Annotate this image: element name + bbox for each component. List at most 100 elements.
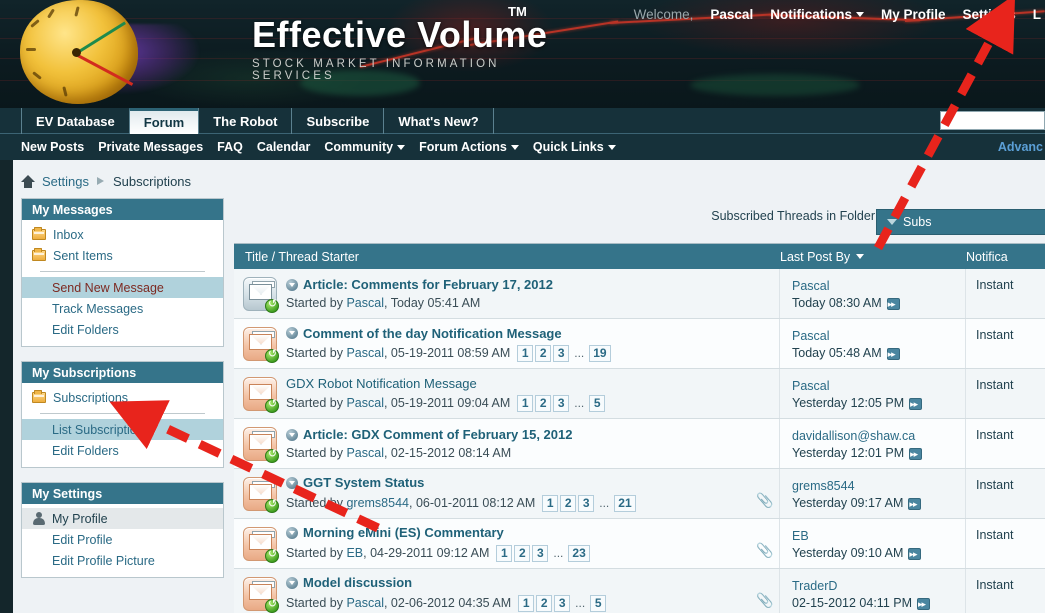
table-row[interactable]: GDX Robot Notification Message Started b… xyxy=(234,369,1045,419)
subnav-new-posts[interactable]: New Posts xyxy=(21,140,84,154)
page-link[interactable]: 1 xyxy=(496,544,513,562)
sidebar-item-list-subscriptions[interactable]: List Subscriptions xyxy=(22,419,223,440)
page-link[interactable]: ... xyxy=(572,595,588,612)
envelope-orange-stack-icon[interactable] xyxy=(243,576,279,613)
folder-select[interactable]: Subs xyxy=(876,209,1045,235)
page-link[interactable]: 2 xyxy=(514,544,531,562)
thread-menu-icon[interactable] xyxy=(286,327,298,339)
thread-title-link[interactable]: Morning eMini (ES) Commentary xyxy=(303,525,504,540)
breadcrumb-settings[interactable]: Settings xyxy=(42,174,89,189)
go-to-last-post-icon[interactable] xyxy=(909,396,923,413)
go-to-last-post-icon[interactable] xyxy=(886,346,900,363)
sidebar-item-my-profile[interactable]: My Profile xyxy=(22,508,223,529)
thread-title-link[interactable]: Comment of the day Notification Message xyxy=(303,326,562,341)
home-icon[interactable] xyxy=(21,174,35,188)
envelope-orange-stack-icon[interactable] xyxy=(243,426,279,463)
last-post-user-link[interactable]: Pascal xyxy=(792,278,959,295)
page-link[interactable]: 3 xyxy=(578,494,595,512)
page-link[interactable]: 5 xyxy=(589,394,606,412)
page-link[interactable]: 2 xyxy=(535,394,552,412)
table-row[interactable]: GGT System Status Started by grems8544, … xyxy=(234,469,1045,519)
page-link[interactable]: 5 xyxy=(590,594,607,612)
sidebar-item-edit-profile-picture[interactable]: Edit Profile Picture xyxy=(22,550,223,571)
nav-my-profile[interactable]: My Profile xyxy=(881,7,946,22)
page-link[interactable]: 2 xyxy=(560,494,577,512)
subnav-quick-links[interactable]: Quick Links xyxy=(533,140,616,154)
thread-title-link[interactable]: Model discussion xyxy=(303,575,412,590)
subnav-calendar[interactable]: Calendar xyxy=(257,140,311,154)
thread-starter-link[interactable]: Pascal xyxy=(346,446,384,460)
envelope-orange-icon[interactable] xyxy=(243,376,279,413)
sidebar-item-track-messages[interactable]: Track Messages xyxy=(22,298,223,319)
go-to-last-post-icon[interactable] xyxy=(908,546,922,563)
last-post-user-link[interactable]: EB xyxy=(792,528,959,545)
table-row[interactable]: Article: Comments for February 17, 2012 … xyxy=(234,269,1045,319)
subnav-community[interactable]: Community xyxy=(324,140,406,154)
subnav-private-messages[interactable]: Private Messages xyxy=(98,140,203,154)
page-link[interactable]: 3 xyxy=(532,544,549,562)
go-to-last-post-icon[interactable] xyxy=(886,296,900,313)
envelope-orange-stack-icon[interactable] xyxy=(243,526,279,563)
username-link[interactable]: Pascal xyxy=(710,7,753,22)
page-link[interactable]: 2 xyxy=(536,594,553,612)
thread-starter-link[interactable]: grems8544 xyxy=(346,496,409,510)
sidebar-item-inbox[interactable]: Inbox xyxy=(22,224,223,245)
page-link[interactable]: ... xyxy=(550,545,566,562)
thread-menu-icon[interactable] xyxy=(286,476,298,489)
thread-starter-link[interactable]: Pascal xyxy=(346,346,384,360)
thread-starter-link[interactable]: Pascal xyxy=(346,296,384,310)
thread-menu-icon[interactable] xyxy=(286,428,298,441)
table-row[interactable]: Comment of the day Notification Message … xyxy=(234,319,1045,369)
page-link[interactable]: 3 xyxy=(554,594,571,612)
column-last-post[interactable]: Last Post By xyxy=(780,250,966,264)
table-row[interactable]: Morning eMini (ES) Commentary Started by… xyxy=(234,519,1045,569)
page-link[interactable]: 19 xyxy=(589,344,611,362)
envelope-orange-stack-icon[interactable] xyxy=(243,326,279,363)
subnav-forum-actions[interactable]: Forum Actions xyxy=(419,140,519,154)
subnav-faq[interactable]: FAQ xyxy=(217,140,243,154)
advanced-search-link[interactable]: Advanc xyxy=(998,134,1045,160)
page-link[interactable]: ... xyxy=(596,495,612,512)
column-notification[interactable]: Notifica xyxy=(966,250,1045,264)
page-link[interactable]: 3 xyxy=(553,394,570,412)
nav-logout[interactable]: L xyxy=(1033,7,1041,22)
page-link[interactable]: 1 xyxy=(542,494,559,512)
column-title[interactable]: Title / Thread Starter xyxy=(234,250,780,264)
sidebar-item-edit-folders-subs[interactable]: Edit Folders xyxy=(22,440,223,461)
go-to-last-post-icon[interactable] xyxy=(909,446,923,463)
sidebar-item-sent-items[interactable]: Sent Items xyxy=(22,245,223,266)
thread-menu-icon[interactable] xyxy=(286,526,298,539)
tab-forum[interactable]: Forum xyxy=(128,108,200,134)
thread-title-link[interactable]: GDX Robot Notification Message xyxy=(286,376,477,391)
envelope-orange-stack-icon[interactable] xyxy=(243,476,279,513)
last-post-user-link[interactable]: davidallison@shaw.ca xyxy=(792,428,959,445)
page-link[interactable]: 1 xyxy=(518,594,535,612)
thread-starter-link[interactable]: Pascal xyxy=(346,596,384,610)
page-link[interactable]: 23 xyxy=(568,544,590,562)
page-link[interactable]: 2 xyxy=(535,344,552,362)
tab-whats-new[interactable]: What's New? xyxy=(383,108,494,134)
page-link[interactable]: ... xyxy=(571,345,587,362)
last-post-user-link[interactable]: Pascal xyxy=(792,378,959,395)
nav-notifications[interactable]: Notifications xyxy=(770,7,864,22)
last-post-user-link[interactable]: TraderD xyxy=(792,578,959,595)
go-to-last-post-icon[interactable] xyxy=(917,596,930,613)
table-row[interactable]: Article: GDX Comment of February 15, 201… xyxy=(234,419,1045,469)
thread-title-link[interactable]: Article: GDX Comment of February 15, 201… xyxy=(303,427,572,442)
tab-ev-database[interactable]: EV Database xyxy=(21,108,130,134)
sidebar-item-edit-profile[interactable]: Edit Profile xyxy=(22,529,223,550)
search-input[interactable] xyxy=(940,111,1045,130)
envelope-blue-stack-icon[interactable] xyxy=(243,276,279,313)
table-row[interactable]: Model discussion Started by Pascal, 02-0… xyxy=(234,569,1045,613)
tab-the-robot[interactable]: The Robot xyxy=(198,108,293,134)
go-to-last-post-icon[interactable] xyxy=(908,496,922,513)
last-post-user-link[interactable]: grems8544 xyxy=(792,478,959,495)
page-link[interactable]: 3 xyxy=(553,344,570,362)
thread-menu-icon[interactable] xyxy=(286,576,298,589)
sidebar-item-edit-folders-messages[interactable]: Edit Folders xyxy=(22,319,223,340)
page-link[interactable]: 1 xyxy=(517,344,534,362)
thread-starter-link[interactable]: EB xyxy=(346,546,363,560)
thread-title-link[interactable]: Article: Comments for February 17, 2012 xyxy=(303,277,553,292)
sidebar-item-send-new-message[interactable]: Send New Message xyxy=(22,277,223,298)
page-link[interactable]: 1 xyxy=(517,394,534,412)
